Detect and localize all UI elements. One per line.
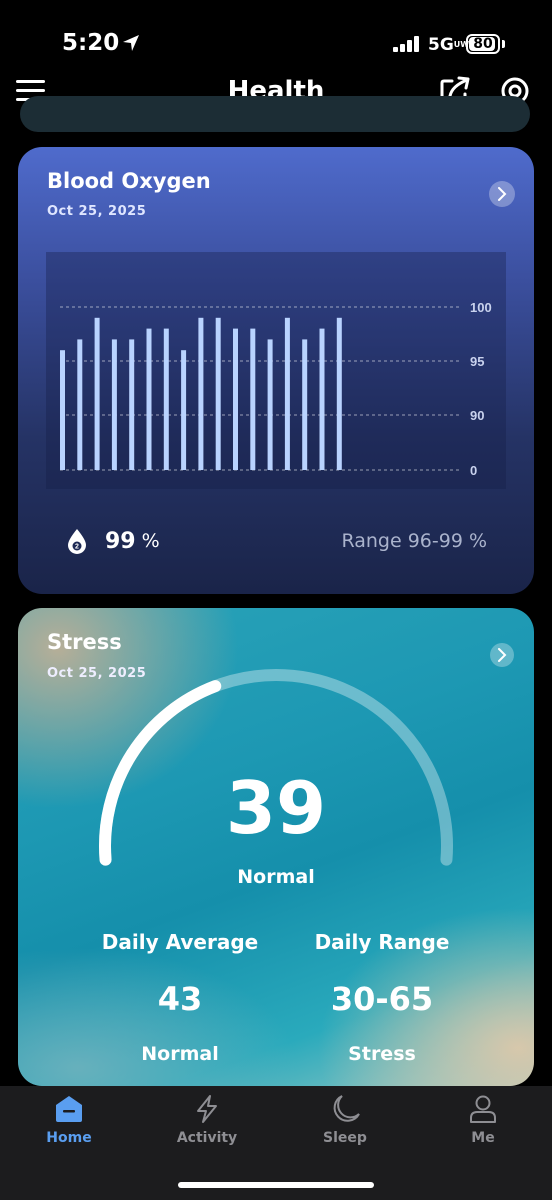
y-tick-label: 95: [470, 354, 484, 369]
chart-bar: [163, 328, 169, 470]
daily-average-state: Normal: [141, 1043, 219, 1065]
moon-icon: [333, 1095, 360, 1122]
chart-bar: [336, 317, 342, 470]
person-icon: [470, 1095, 496, 1123]
stress-state: Normal: [237, 866, 315, 888]
tab-activity[interactable]: Activity: [147, 1094, 267, 1146]
chart-bar: [94, 317, 100, 470]
tab-activity-label: Activity: [176, 1130, 238, 1146]
chart-bar: [111, 339, 117, 470]
blood-oxygen-detail-button[interactable]: [489, 181, 515, 207]
chevron-right-icon: [498, 187, 507, 201]
chart-bar: [181, 350, 187, 470]
chart-bar: [233, 328, 238, 470]
blood-oxygen-card[interactable]: Blood Oxygen Oct 25, 2025 100 95 90 0 2 99 …: [18, 147, 534, 594]
battery-level: 80: [473, 36, 493, 52]
chart-bar: [129, 339, 135, 470]
network-type: 5GUW: [428, 35, 470, 55]
blood-oxygen-date: Oct 25, 2025: [47, 204, 147, 219]
tab-me-label: Me: [471, 1130, 495, 1146]
tab-sleep-label: Sleep: [323, 1130, 367, 1146]
svg-text:2: 2: [75, 544, 79, 551]
chart-bar: [77, 339, 83, 470]
battery-icon: 80: [466, 34, 500, 54]
blood-oxygen-chart-svg: 100 95 90 0: [60, 300, 492, 478]
status-time: 5:20: [62, 30, 120, 56]
blood-oxygen-title: Blood Oxygen: [47, 169, 211, 193]
network-suffix: UW: [453, 40, 470, 49]
home-indicator: [178, 1182, 374, 1188]
chart-bar: [60, 350, 65, 470]
tab-home-label: Home: [46, 1130, 92, 1146]
stress-date: Oct 25, 2025: [47, 666, 147, 681]
chart-bar: [215, 317, 221, 470]
stress-card[interactable]: Stress Oct 25, 2025 39 Normal Daily Aver…: [18, 608, 534, 1086]
stress-score: 39: [225, 766, 327, 850]
daily-range-label: Daily Range: [314, 930, 450, 954]
home-icon: [56, 1096, 82, 1122]
chart-bar: [250, 328, 256, 470]
daily-range-value: 30-65: [330, 980, 434, 1018]
chart-bar: [198, 317, 204, 470]
cellular-signal-icon: [393, 36, 419, 52]
stress-detail-button[interactable]: [490, 643, 514, 667]
tab-me[interactable]: Me: [423, 1094, 543, 1146]
stress-title: Stress: [47, 630, 122, 654]
daily-average-value: 43: [157, 980, 203, 1018]
daily-range-state: Stress: [348, 1043, 416, 1065]
blood-oxygen-unit: %: [141, 530, 160, 552]
chart-bar: [146, 328, 152, 470]
tab-home[interactable]: Home: [9, 1094, 129, 1146]
chart-bar: [267, 339, 273, 470]
y-tick-label: 100: [470, 300, 492, 315]
previous-card-edge[interactable]: [20, 96, 530, 132]
oxygen-drop-icon: 2: [68, 529, 86, 554]
blood-oxygen-value-row: 2 99 %: [65, 527, 160, 555]
chart-bar: [284, 317, 290, 470]
blood-oxygen-value: 99: [105, 528, 136, 554]
chart-bar: [319, 328, 325, 470]
y-tick-label: 0: [470, 463, 477, 478]
daily-average-label: Daily Average: [101, 930, 259, 954]
lightning-icon: [197, 1095, 217, 1123]
chevron-right-icon: [498, 648, 507, 662]
blood-oxygen-range: Range 96-99 %: [341, 530, 487, 552]
chart-bar: [302, 339, 308, 470]
status-bar: 5:20 5GUW 80: [0, 0, 552, 70]
blood-oxygen-chart: 100 95 90 0: [46, 252, 506, 489]
location-arrow-icon: [123, 35, 139, 51]
tab-sleep[interactable]: Sleep: [285, 1094, 405, 1146]
y-tick-label: 90: [470, 408, 484, 423]
